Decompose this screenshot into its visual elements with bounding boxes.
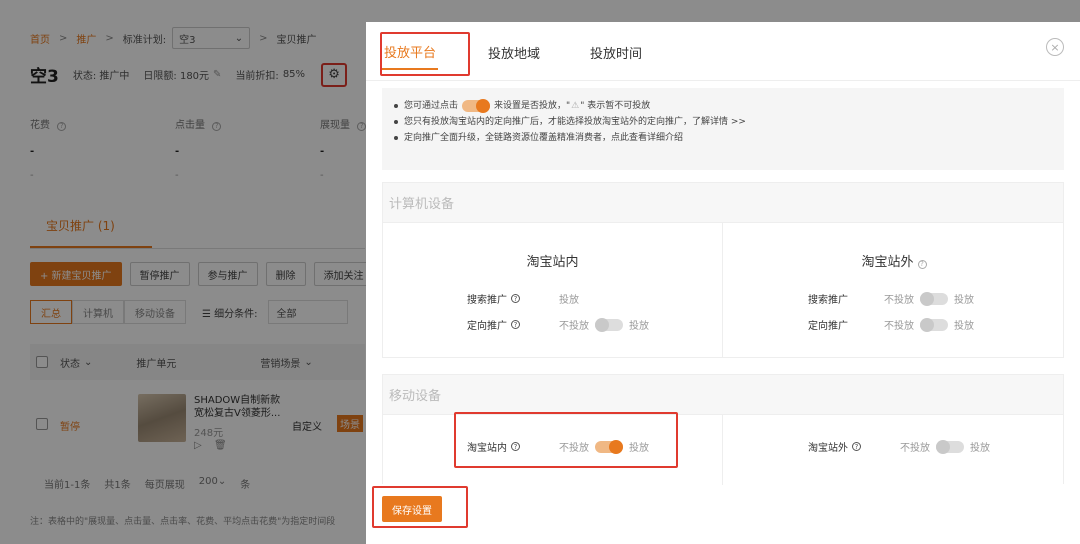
setting-row: 淘宝站外? 不投放 投放: [808, 439, 990, 454]
mobile-outside-toggle[interactable]: [936, 439, 964, 454]
computer-outside: 淘宝站外? 搜索推广 不投放 投放 定向推广 不投放 投放: [724, 223, 1064, 357]
toggle-on-label: 投放: [970, 443, 990, 454]
toggle-off-label: 不投放: [884, 295, 914, 306]
setting-label: 搜索推广: [808, 291, 884, 306]
setting-label-text: 搜索推广: [808, 295, 848, 306]
warning-icon: ⚠: [571, 101, 580, 111]
setting-label: 搜索推广?: [467, 291, 559, 306]
info-text: 您可通过点击: [404, 101, 459, 111]
setting-label-text: 定向推广: [467, 321, 507, 332]
setting-row: 定向推广? 不投放 投放: [467, 317, 649, 332]
settings-modal: 投放平台 投放地域 投放时间 × 您可通过点击 来设置是否投放，" ⚠ " 表示…: [366, 22, 1080, 544]
help-icon[interactable]: ?: [511, 294, 520, 303]
tab-region[interactable]: 投放地域: [488, 34, 540, 70]
toggle-off-label: 不投放: [884, 321, 914, 332]
section-title: 计算机设备: [383, 183, 1063, 223]
setting-label: 定向推广?: [467, 317, 559, 332]
tab-time[interactable]: 投放时间: [590, 34, 642, 70]
toggle-off-label: 不投放: [559, 321, 589, 332]
toggle-off-label: 不投放: [900, 443, 930, 454]
help-icon[interactable]: ?: [511, 320, 520, 329]
info-text: " 表示暂不可投放: [580, 101, 651, 111]
toggle-on-label: 投放: [629, 321, 649, 332]
target-toggle[interactable]: [920, 317, 948, 332]
setting-label: 定向推广: [808, 317, 884, 332]
info-text[interactable]: 您只有投放淘宝站内的定向推广后，才能选择投放淘宝站外的定向推广，了解详情 >>: [404, 116, 746, 128]
info-text[interactable]: 定向推广全面升级，全链路资源位覆盖精准消费者，点此查看详细介绍: [404, 132, 683, 144]
computer-section: 计算机设备 淘宝站内 搜索推广? 投放 定向推广? 不投放 投放 淘宝站外? 搜…: [382, 182, 1064, 358]
help-icon[interactable]: ?: [852, 442, 861, 451]
close-icon[interactable]: ×: [1046, 38, 1064, 56]
toggle-on-label: 投放: [954, 321, 974, 332]
info-line: 定向推广全面升级，全链路资源位覆盖精准消费者，点此查看详细介绍: [392, 132, 1064, 144]
setting-label-text: 淘宝站外: [808, 443, 848, 454]
setting-label-text: 搜索推广: [467, 295, 507, 306]
column-title: 淘宝站外?: [724, 251, 1064, 270]
help-icon[interactable]: ?: [917, 259, 927, 269]
setting-label: 淘宝站外?: [808, 439, 900, 454]
info-line: 您只有投放淘宝站内的定向推广后，才能选择投放淘宝站外的定向推广，了解详情 >>: [392, 116, 1064, 128]
toggle-sample-icon: [462, 99, 491, 113]
computer-inside: 淘宝站内 搜索推广? 投放 定向推广? 不投放 投放: [383, 223, 723, 357]
setting-row: 搜索推广 不投放 投放: [808, 291, 974, 306]
target-toggle[interactable]: [595, 317, 623, 332]
section-title: 移动设备: [383, 375, 1063, 415]
setting-row: 搜索推广? 投放: [467, 291, 579, 306]
highlight-box: [380, 32, 470, 76]
setting-row: 定向推广 不投放 投放: [808, 317, 974, 332]
highlight-box: [454, 412, 678, 468]
info-line: 您可通过点击 来设置是否投放，" ⚠ " 表示暂不可投放: [392, 99, 1064, 113]
column-title-text: 淘宝站外: [861, 255, 914, 270]
setting-label-text: 定向推广: [808, 321, 848, 332]
info-box: 您可通过点击 来设置是否投放，" ⚠ " 表示暂不可投放 您只有投放淘宝站内的定…: [382, 88, 1064, 170]
search-toggle[interactable]: [920, 291, 948, 306]
toggle-on-label: 投放: [954, 295, 974, 306]
info-text: 来设置是否投放，": [494, 101, 571, 111]
setting-state: 投放: [559, 295, 579, 306]
highlight-box: [372, 486, 468, 528]
tab-divider: [366, 80, 1080, 81]
mobile-outside: 淘宝站外? 不投放 投放: [724, 415, 1064, 485]
column-title: 淘宝站内: [526, 255, 579, 270]
